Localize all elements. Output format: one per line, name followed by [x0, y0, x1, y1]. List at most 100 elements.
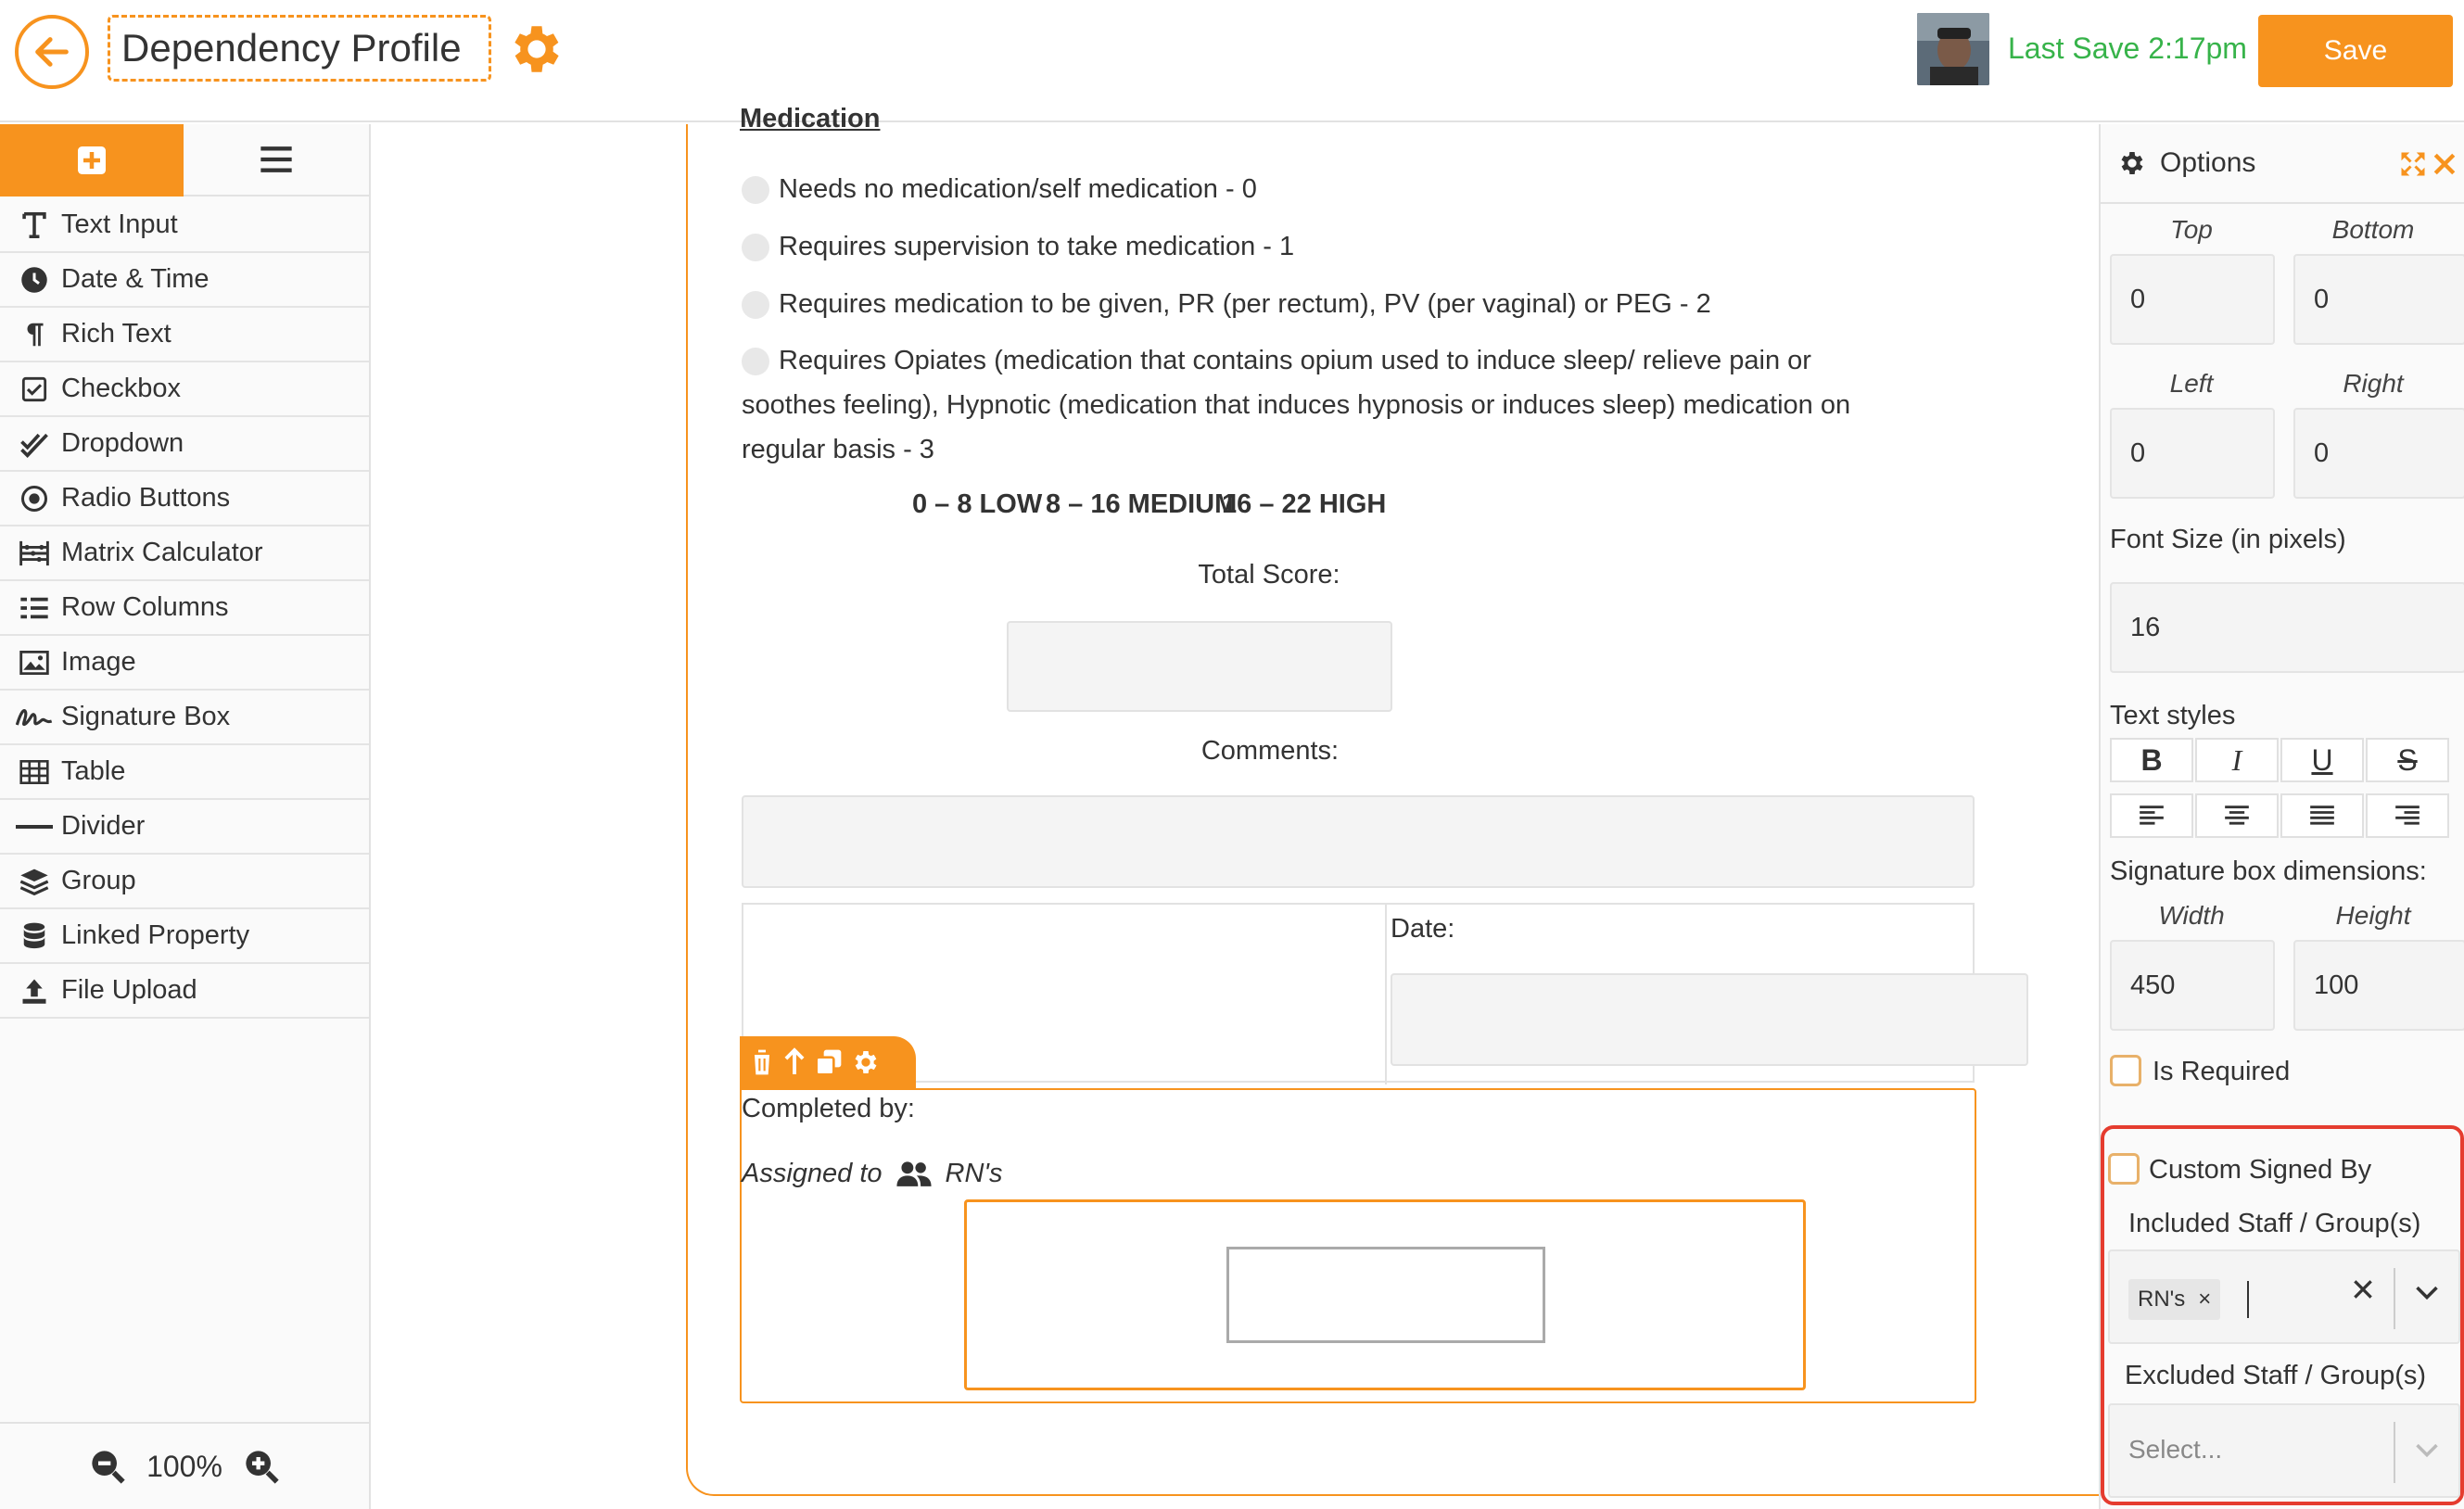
margin-bottom-input[interactable]: 0: [2293, 254, 2464, 345]
custom-signed-section: Custom Signed By Included Staff / Group(…: [2101, 1125, 2464, 1505]
gear-icon: [514, 26, 559, 72]
tool-label: Radio Buttons: [61, 483, 231, 513]
expand-icon: [2401, 152, 2425, 176]
radio-option-1[interactable]: Requires supervision to take medication …: [742, 224, 1294, 269]
align-justify-button[interactable]: [2280, 793, 2364, 838]
tool-divider[interactable]: Divider: [0, 800, 369, 855]
select-separator: [2394, 1268, 2395, 1329]
signature-area[interactable]: [964, 1199, 1806, 1390]
comments-label: Comments:: [1200, 736, 1340, 766]
tool-checkbox[interactable]: Checkbox: [0, 362, 369, 417]
tool-dropdown[interactable]: Dropdown: [0, 417, 369, 472]
strikethrough-icon: S: [2397, 742, 2418, 777]
tool-rich-text[interactable]: Rich Text: [0, 308, 369, 362]
tool-matrix-calculator[interactable]: Matrix Calculator: [0, 526, 369, 581]
zoom-out-icon: [92, 1451, 125, 1484]
included-select[interactable]: RN's ×: [2108, 1249, 2460, 1344]
signature-height-input[interactable]: 100: [2293, 940, 2464, 1031]
gear-icon: [2121, 152, 2143, 174]
signature-width-input[interactable]: 450: [2110, 940, 2275, 1031]
delete-button[interactable]: [749, 1047, 775, 1077]
included-dropdown-toggle[interactable]: [2414, 1283, 2440, 1308]
custom-signed-checkbox[interactable]: [2108, 1153, 2140, 1185]
total-score-field[interactable]: [1007, 621, 1392, 712]
strikethrough-button[interactable]: S: [2366, 738, 2449, 782]
chevron-down-icon: [2416, 1286, 2438, 1300]
radio-option-0[interactable]: Needs no medication/self medication - 0: [742, 167, 1257, 211]
close-panel-button[interactable]: [2432, 152, 2457, 176]
underline-button[interactable]: U: [2280, 738, 2364, 782]
align-left-button[interactable]: [2110, 793, 2193, 838]
clock-icon: [13, 263, 56, 297]
custom-signed-label: Custom Signed By: [2149, 1155, 2372, 1185]
margin-top-input[interactable]: 0: [2110, 254, 2275, 345]
clear-selection-button[interactable]: [2351, 1277, 2375, 1306]
page-title[interactable]: Dependency Profile: [108, 15, 491, 82]
expand-button[interactable]: [2399, 150, 2427, 178]
tool-row-columns[interactable]: Row Columns: [0, 581, 369, 636]
plus-square-icon: [78, 146, 106, 174]
component-settings-button[interactable]: [851, 1047, 881, 1077]
last-save-status: Last Save 2:17pm: [2008, 32, 2247, 65]
bold-button[interactable]: B: [2110, 738, 2193, 782]
radio-dot[interactable]: [742, 234, 769, 262]
margin-right-input[interactable]: 0: [2293, 408, 2464, 499]
score-high: 16 – 22 HIGH: [1222, 489, 1387, 519]
menu-lines-icon: [260, 146, 292, 172]
height-label: Height: [2335, 901, 2411, 930]
tool-group[interactable]: Group: [0, 855, 369, 909]
tool-file-upload[interactable]: File Upload: [0, 964, 369, 1019]
tool-signature-box[interactable]: Signature Box: [0, 691, 369, 745]
options-header: Options: [2101, 124, 2464, 204]
tool-date-time[interactable]: Date & Time: [0, 253, 369, 308]
zoom-in-button[interactable]: [243, 1448, 280, 1485]
radio-dot[interactable]: [742, 176, 769, 205]
tab-outline[interactable]: [184, 124, 369, 197]
tab-add-components[interactable]: [0, 124, 184, 197]
included-tag: RN's ×: [2128, 1279, 2221, 1320]
divider-icon: [13, 810, 56, 843]
signature-box[interactable]: [1226, 1247, 1545, 1343]
clear-icon: [2354, 1280, 2372, 1299]
italic-button[interactable]: I: [2195, 738, 2279, 782]
options-panel: Options Top Bottom 0 0 Left Right 0 0 Fo…: [2099, 124, 2464, 1509]
settings-gear-button[interactable]: [506, 19, 567, 80]
align-right-button[interactable]: [2366, 793, 2449, 838]
excluded-select[interactable]: Select...: [2108, 1403, 2460, 1498]
text-icon: [13, 209, 56, 242]
assigned-to: Assigned to RN's: [742, 1159, 1002, 1189]
back-button[interactable]: [15, 15, 89, 89]
tool-linked-property[interactable]: Linked Property: [0, 909, 369, 964]
save-button[interactable]: Save: [2258, 15, 2453, 87]
duplicate-button[interactable]: [814, 1047, 844, 1077]
font-size-input[interactable]: 16: [2110, 582, 2464, 673]
comments-field[interactable]: [742, 795, 1975, 888]
zoom-out-button[interactable]: [89, 1448, 126, 1485]
radio-dot[interactable]: [742, 291, 769, 320]
radio-option-3[interactable]: Requires Opiates (medication that contai…: [742, 338, 1965, 472]
remove-tag-button[interactable]: ×: [2198, 1287, 2211, 1312]
tool-table[interactable]: Table: [0, 745, 369, 800]
tool-text-input[interactable]: Text Input: [0, 198, 369, 253]
upload-icon: [13, 974, 56, 1008]
margin-left-input[interactable]: 0: [2110, 408, 2275, 499]
align-center-button[interactable]: [2195, 793, 2279, 838]
option-label: Requires Opiates (medication that contai…: [779, 346, 1811, 375]
tool-label: Table: [61, 756, 126, 786]
move-up-button[interactable]: [782, 1047, 807, 1077]
section-title: Medication: [740, 104, 881, 132]
paragraph-icon: [13, 318, 56, 351]
italic-icon: I: [2231, 742, 2242, 777]
total-score-label: Total Score:: [1198, 560, 1340, 590]
text-styles-label: Text styles: [2110, 701, 2236, 730]
user-avatar[interactable]: [1917, 13, 1989, 85]
radio-option-2[interactable]: Requires medication to be given, PR (per…: [742, 282, 1711, 326]
is-required-checkbox[interactable]: [2110, 1055, 2141, 1086]
excluded-dropdown-toggle[interactable]: [2414, 1440, 2440, 1465]
is-required-label: Is Required: [2153, 1057, 2291, 1086]
signature-component[interactable]: Completed by: Assigned to RN's: [740, 1088, 1976, 1403]
radio-dot[interactable]: [742, 348, 769, 376]
date-field[interactable]: [1391, 973, 2028, 1066]
tool-radio-buttons[interactable]: Radio Buttons: [0, 472, 369, 526]
tool-image[interactable]: Image: [0, 636, 369, 691]
